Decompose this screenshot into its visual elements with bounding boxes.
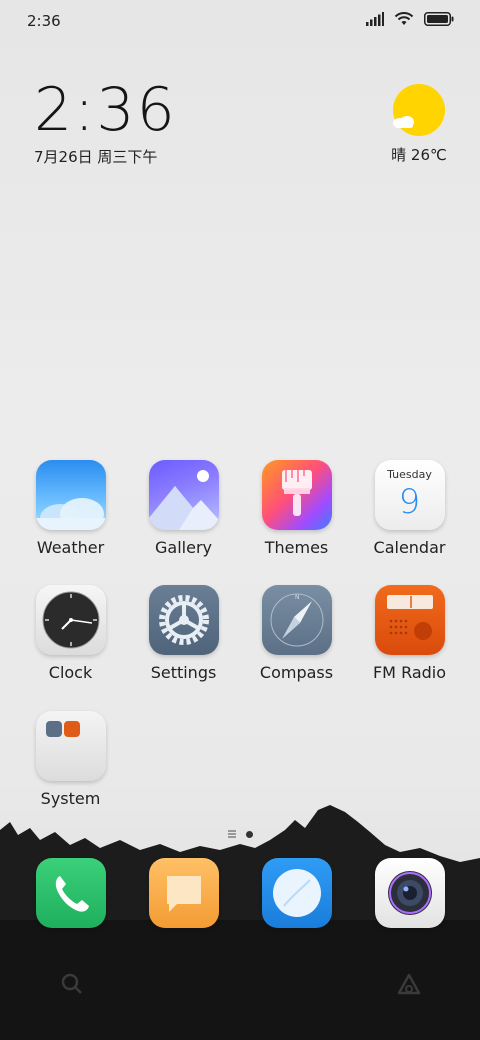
compass-mini-icon: [45, 721, 62, 737]
themes-app-icon: [261, 460, 332, 530]
radio-mini-icon: [63, 721, 80, 737]
phone-icon: [35, 858, 106, 928]
battery-icon: [424, 12, 454, 26]
dock-browser[interactable]: [240, 858, 353, 928]
app-fm-radio[interactable]: FM Radio: [353, 585, 466, 682]
cloud-icon: [393, 116, 414, 128]
weather-widget[interactable]: 晴 26℃: [384, 84, 454, 165]
radio-app-icon: [374, 585, 445, 655]
search-icon[interactable]: [60, 972, 84, 996]
menu-lines-icon: [227, 830, 236, 838]
app-weather[interactable]: Weather: [14, 460, 127, 557]
app-label: FM Radio: [372, 663, 447, 682]
clock-app-icon: [35, 585, 106, 655]
app-calendar[interactable]: Tuesday 9 Calendar: [353, 460, 466, 557]
app-label: Compass: [259, 663, 334, 682]
app-label: Settings: [150, 663, 217, 682]
calendar-weekday: Tuesday: [387, 468, 432, 481]
app-gallery[interactable]: Gallery: [127, 460, 240, 557]
app-settings[interactable]: Settings: [127, 585, 240, 682]
settings-app-icon: [148, 585, 219, 655]
status-bar: 2:36: [0, 0, 480, 42]
app-label: Themes: [264, 538, 329, 557]
dock-phone[interactable]: [14, 858, 127, 928]
status-icons: [366, 12, 454, 26]
wifi-icon: [394, 12, 414, 25]
app-themes[interactable]: Themes: [240, 460, 353, 557]
app-compass[interactable]: N Compass: [240, 585, 353, 682]
svg-text:N: N: [295, 594, 300, 601]
page-dot-active: [245, 830, 253, 838]
widget-time: 2:36: [34, 75, 177, 145]
folder-icon: [35, 711, 106, 781]
compass-app-icon: N: [261, 585, 332, 655]
weather-app-icon: [35, 460, 106, 530]
gallery-app-icon: [148, 460, 219, 530]
weather-temperature: 26℃: [410, 146, 447, 164]
weather-condition: 晴: [391, 146, 407, 164]
page-indicator[interactable]: [0, 830, 480, 838]
calendar-app-icon: Tuesday 9: [374, 460, 445, 530]
status-time: 2:36: [27, 12, 61, 30]
app-label: Calendar: [373, 538, 446, 557]
camera-icon: [374, 858, 445, 928]
clock-widget[interactable]: 2:36 7月26日 周三下午: [34, 78, 177, 167]
app-clock[interactable]: Clock: [14, 585, 127, 682]
dock-messages[interactable]: [127, 858, 240, 928]
app-label: Weather: [36, 538, 105, 557]
messages-icon: [148, 858, 219, 928]
dock-camera[interactable]: [353, 858, 466, 928]
browser-icon: [261, 858, 332, 928]
app-system-folder[interactable]: System: [14, 711, 127, 808]
app-label: Clock: [48, 663, 93, 682]
sunny-weather-icon: [393, 84, 445, 136]
assistant-icon[interactable]: [396, 972, 422, 996]
bottom-bar: [0, 962, 480, 1002]
calendar-day: 9: [398, 482, 421, 522]
widget-date: 7月26日 周三下午: [34, 148, 158, 166]
app-label: Gallery: [155, 538, 212, 557]
weather-text: 晴 26℃: [384, 144, 454, 165]
signal-icon: [366, 12, 384, 26]
